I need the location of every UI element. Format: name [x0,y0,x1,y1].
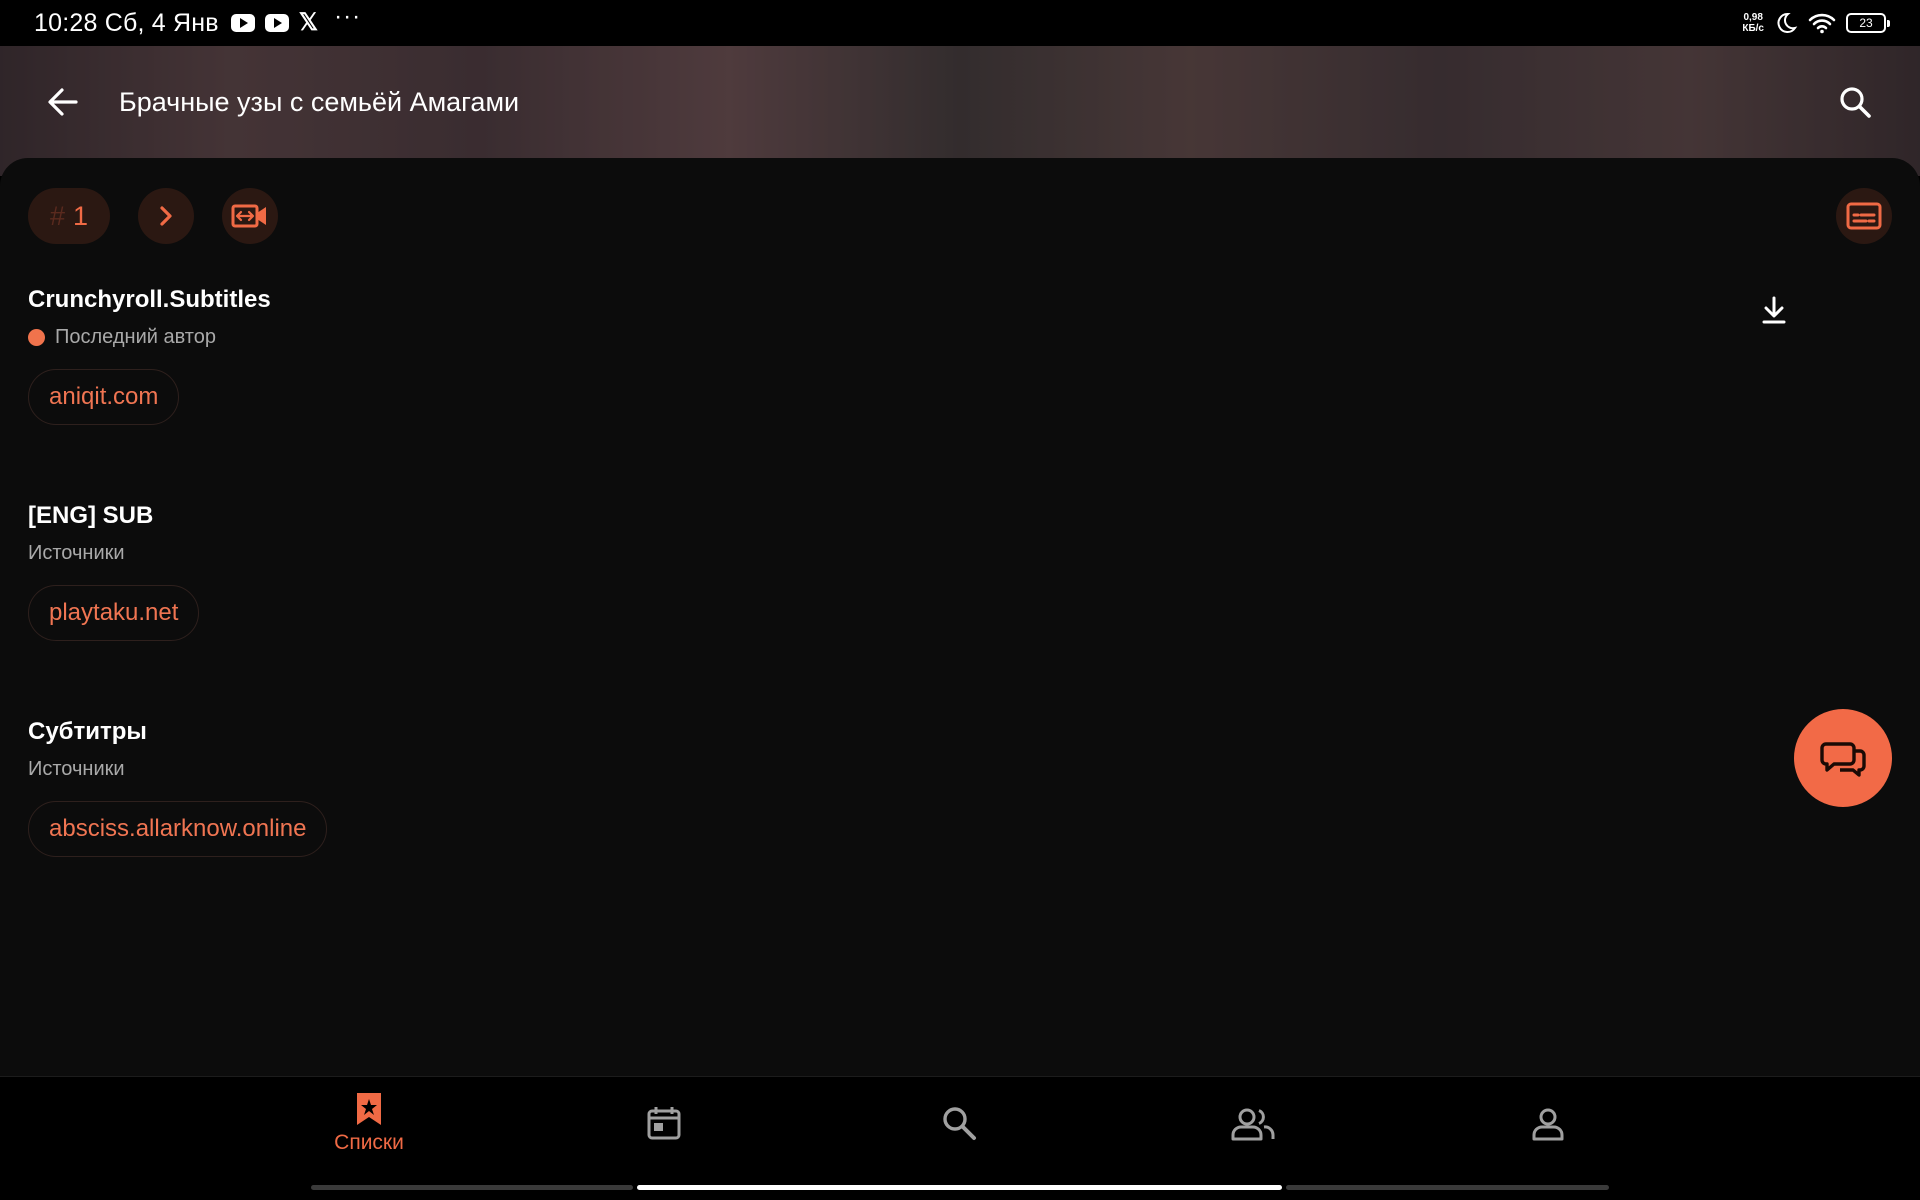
entry-title: Crunchyroll.Subtitles [28,286,271,313]
nav-community[interactable] [1183,1107,1323,1141]
video-player-button[interactable] [222,188,279,244]
download-icon [1762,296,1786,324]
entry-title: Субтитры [28,718,147,745]
search-icon [1840,87,1871,118]
hash-symbol: # [50,200,66,231]
last-author-dot [28,329,45,346]
calendar-icon [647,1107,681,1140]
entry-title: [ENG] SUB [28,502,154,529]
next-episode-button[interactable] [138,188,195,244]
gesture-handle[interactable] [637,1185,1282,1190]
search-button[interactable] [1825,72,1885,132]
source-link-chip[interactable]: playtaku.net [28,585,200,641]
nav-lists[interactable]: Списки [299,1091,439,1155]
chevron-right-icon [160,206,172,226]
person-icon [1532,1108,1564,1141]
status-time: 10:28 Сб, 4 Янв [34,8,219,37]
back-button[interactable] [33,72,93,132]
arrow-left-icon [48,88,78,116]
network-speed: 0,98 КБ/с [1742,12,1764,34]
episode-toolbar: # 1 [28,188,279,244]
bookmark-star-icon [357,1093,381,1125]
content-sheet: # 1 Crunchyroll.Subtitles Последний авто… [0,158,1920,1076]
download-button[interactable] [1752,288,1796,332]
app-bar: Брачные узы с семьёй Амагами [0,46,1920,158]
video-camera-icon [231,204,267,228]
nav-calendar[interactable] [594,1105,734,1141]
x-icon: 𝕏 [298,9,319,36]
header: Брачные узы с семьёй Амагами [0,46,1920,176]
source-entry: Субтитры Источники absciss.allarknow.onl… [28,718,328,857]
entry-subtitle: Источники [28,758,125,780]
source-entry: Crunchyroll.Subtitles Последний автор an… [28,286,271,425]
wifi-icon [1808,13,1836,34]
source-link-chip[interactable]: aniqit.com [28,369,180,425]
gesture-bar-left [311,1185,633,1190]
youtube-icon [230,14,255,32]
source-link-chip[interactable]: absciss.allarknow.online [28,801,328,857]
entry-subtitle: Источники [28,542,125,564]
page-title: Брачные узы с семьёй Амагами [119,86,520,117]
entry-subtitle: Последний автор [28,326,271,349]
source-entry: [ENG] SUB Источники playtaku.net [28,502,200,641]
nav-lists-label: Списки [334,1131,404,1154]
search-icon [943,1107,976,1140]
episode-number-chip[interactable]: # 1 [28,188,111,244]
status-bar: 10:28 Сб, 4 Янв 𝕏 ··· 0,98 КБ/с 23 [0,0,1920,46]
episode-number: 1 [73,200,89,231]
youtube-icon [264,14,289,32]
gesture-bar-right [1286,1185,1609,1190]
notification-icons: 𝕏 ··· [230,5,361,36]
subtitles-button[interactable] [1836,188,1892,244]
people-icon [1231,1108,1275,1141]
nav-profile[interactable] [1478,1107,1618,1141]
nav-search[interactable] [889,1105,1029,1141]
battery-icon: 23 [1846,13,1890,33]
subtitles-icon [1846,202,1882,230]
more-notifications-icon: ··· [334,3,362,30]
chat-bubbles-icon [1820,742,1866,777]
status-right: 0,98 КБ/с 23 [1742,11,1890,35]
comments-fab[interactable] [1794,709,1892,807]
bottom-navigation: Списки [0,1076,1920,1200]
moon-icon [1777,12,1798,33]
